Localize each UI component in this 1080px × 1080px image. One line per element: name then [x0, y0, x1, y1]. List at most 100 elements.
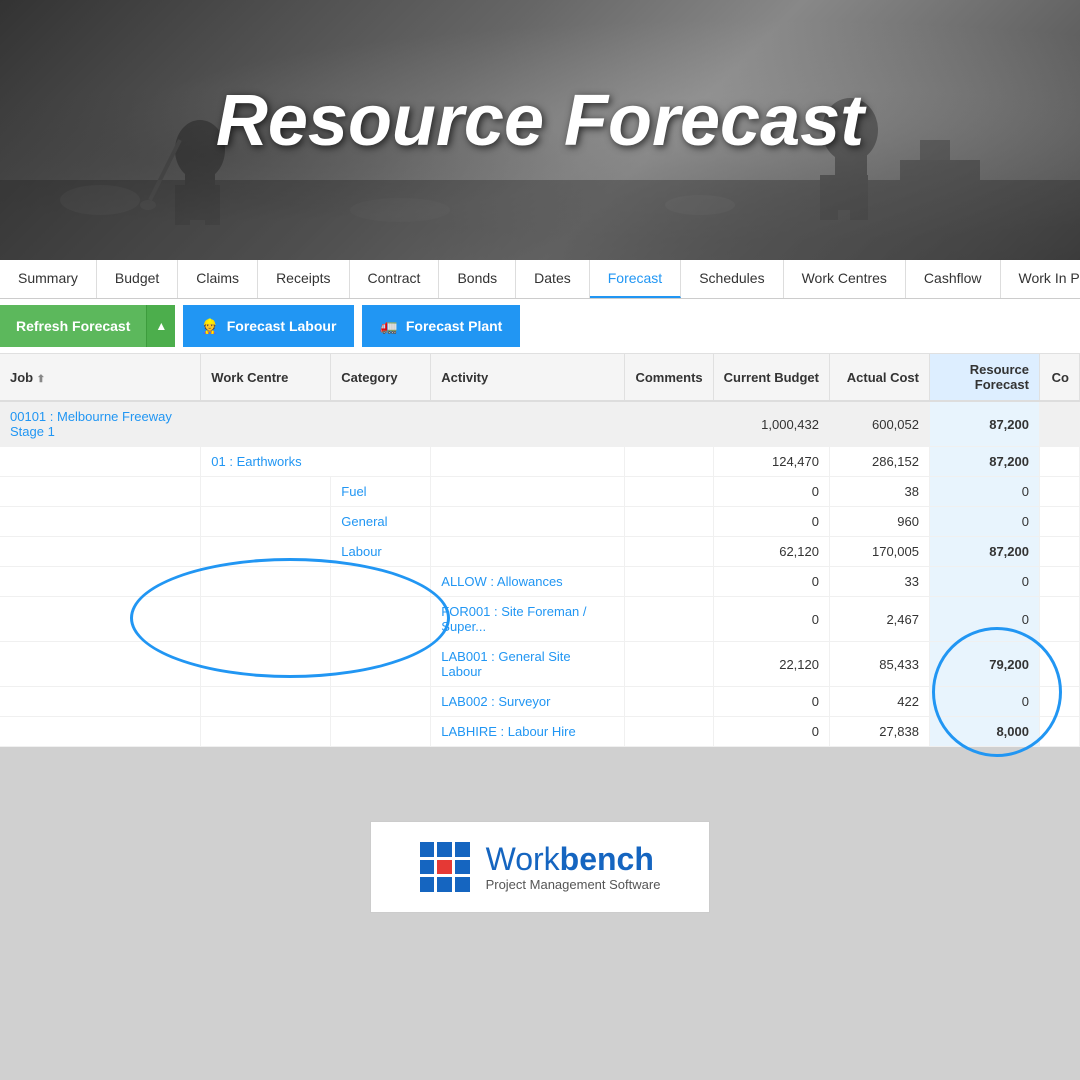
- cell-activity: [431, 477, 625, 507]
- table-row: LABHIRE : Labour Hire 0 27,838 8,000: [0, 717, 1080, 747]
- cell-resource-forecast: 0: [929, 597, 1039, 642]
- tab-budget[interactable]: Budget: [97, 260, 178, 298]
- forecast-plant-button[interactable]: 🚛 Forecast Plant: [362, 305, 520, 347]
- activity-link[interactable]: FOR001 : Site Foreman / Super...: [441, 604, 586, 634]
- cell-co: [1039, 642, 1079, 687]
- cell-category: [331, 401, 431, 447]
- cell-activity: [431, 447, 625, 477]
- activity-link[interactable]: LABHIRE : Labour Hire: [441, 724, 575, 739]
- category-link[interactable]: Fuel: [341, 484, 366, 499]
- forecast-labour-label: Forecast Labour: [227, 318, 337, 334]
- cell-actual-cost: 2,467: [829, 597, 929, 642]
- cell-co: [1039, 537, 1079, 567]
- cell-current-budget: 0: [713, 597, 829, 642]
- cell-activity: LAB002 : Surveyor: [431, 687, 625, 717]
- cell-comments: [625, 537, 713, 567]
- cell-resource-forecast: 8,000: [929, 717, 1039, 747]
- cell-co: [1039, 507, 1079, 537]
- cell-work-centre: 01 : Earthworks: [201, 447, 431, 477]
- cell-work-centre: [201, 717, 331, 747]
- cell-activity: [431, 537, 625, 567]
- tab-receipts[interactable]: Receipts: [258, 260, 349, 298]
- cell-co: [1039, 717, 1079, 747]
- forecast-labour-button[interactable]: 👷 Forecast Labour: [183, 305, 354, 347]
- logo-name: Workbench: [486, 843, 661, 875]
- cell-category: [331, 717, 431, 747]
- activity-link[interactable]: LAB002 : Surveyor: [441, 694, 550, 709]
- cell-job: [0, 477, 201, 507]
- logo-grid-cell: [455, 860, 470, 875]
- sort-icon-job: ⬆: [37, 374, 45, 385]
- activity-link[interactable]: ALLOW : Allowances: [441, 574, 562, 589]
- cell-comments: [625, 597, 713, 642]
- hero-title: Resource Forecast: [216, 80, 864, 162]
- cell-resource-forecast: 79,200: [929, 642, 1039, 687]
- col-header-current-budget[interactable]: Current Budget: [713, 354, 829, 401]
- tab-work-in-progress[interactable]: Work In Progress: [1001, 260, 1080, 298]
- refresh-label: Refresh Forecast: [16, 318, 130, 334]
- refresh-dropdown-arrow[interactable]: ▲: [146, 305, 175, 347]
- cell-co: [1039, 447, 1079, 477]
- cell-actual-cost: 27,838: [829, 717, 929, 747]
- tab-cashflow[interactable]: Cashflow: [906, 260, 1001, 298]
- cell-co: [1039, 687, 1079, 717]
- category-link[interactable]: Labour: [341, 544, 381, 559]
- tab-claims[interactable]: Claims: [178, 260, 258, 298]
- cell-activity: LAB001 : General Site Labour: [431, 642, 625, 687]
- cell-work-centre: [201, 597, 331, 642]
- activity-link[interactable]: LAB001 : General Site Labour: [441, 649, 570, 679]
- cell-comments: [625, 507, 713, 537]
- col-header-actual-cost[interactable]: Actual Cost: [829, 354, 929, 401]
- cell-co: [1039, 401, 1079, 447]
- cell-co: [1039, 567, 1079, 597]
- plant-icon: 🚛: [380, 318, 397, 335]
- job-link[interactable]: 00101 : Melbourne Freeway Stage 1: [10, 409, 172, 439]
- work-centre-link[interactable]: 01 : Earthworks: [211, 454, 301, 469]
- cell-actual-cost: 170,005: [829, 537, 929, 567]
- cell-current-budget: 0: [713, 507, 829, 537]
- col-header-comments[interactable]: Comments: [625, 354, 713, 401]
- tab-bonds[interactable]: Bonds: [439, 260, 516, 298]
- refresh-forecast-button[interactable]: Refresh Forecast: [0, 305, 146, 347]
- tab-dates[interactable]: Dates: [516, 260, 590, 298]
- tab-work-centres[interactable]: Work Centres: [784, 260, 906, 298]
- cell-work-centre: [201, 401, 331, 447]
- cell-resource-forecast: 0: [929, 507, 1039, 537]
- logo-grid-cell: [420, 860, 435, 875]
- cell-category: [331, 597, 431, 642]
- logo-text-area: Workbench Project Management Software: [486, 843, 661, 892]
- logo-grid-cell: [437, 860, 452, 875]
- logo-name-bold: bench: [560, 841, 654, 877]
- tab-contract[interactable]: Contract: [350, 260, 440, 298]
- tab-schedules[interactable]: Schedules: [681, 260, 783, 298]
- cell-resource-forecast: 87,200: [929, 401, 1039, 447]
- col-header-resource-forecast[interactable]: ResourceForecast: [929, 354, 1039, 401]
- logo-box: Workbench Project Management Software: [370, 821, 710, 913]
- cell-actual-cost: 600,052: [829, 401, 929, 447]
- col-header-co[interactable]: Co: [1039, 354, 1079, 401]
- cell-actual-cost: 286,152: [829, 447, 929, 477]
- cell-category: Fuel: [331, 477, 431, 507]
- cell-work-centre: [201, 477, 331, 507]
- col-header-category[interactable]: Category: [331, 354, 431, 401]
- tab-forecast[interactable]: Forecast: [590, 260, 681, 298]
- cell-current-budget: 0: [713, 477, 829, 507]
- cell-actual-cost: 960: [829, 507, 929, 537]
- category-link[interactable]: General: [341, 514, 387, 529]
- cell-comments: [625, 477, 713, 507]
- col-header-job[interactable]: Job ⬆: [0, 354, 201, 401]
- col-header-work-centre[interactable]: Work Centre: [201, 354, 331, 401]
- tab-summary[interactable]: Summary: [0, 260, 97, 298]
- logo-grid-cell: [420, 842, 435, 857]
- cell-current-budget: 124,470: [713, 447, 829, 477]
- logo-grid-cell: [437, 842, 452, 857]
- cell-activity: LABHIRE : Labour Hire: [431, 717, 625, 747]
- logo-grid-cell: [420, 877, 435, 892]
- cell-work-centre: [201, 507, 331, 537]
- bottom-area: Workbench Project Management Software: [0, 747, 1080, 987]
- cell-comments: [625, 401, 713, 447]
- cell-resource-forecast: 87,200: [929, 537, 1039, 567]
- col-header-activity[interactable]: Activity: [431, 354, 625, 401]
- cell-current-budget: 62,120: [713, 537, 829, 567]
- cell-actual-cost: 85,433: [829, 642, 929, 687]
